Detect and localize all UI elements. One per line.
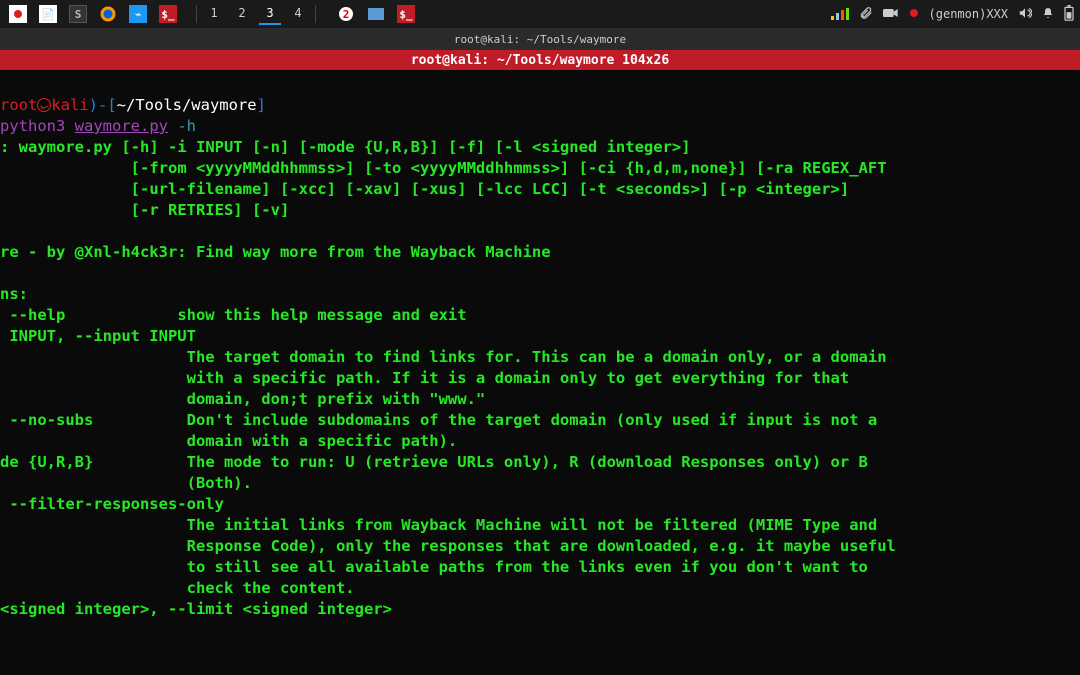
opt-nosubs-d2b: domain with a specific path).	[187, 432, 458, 450]
opt-input-d1b: The target domain to find links for. Thi…	[187, 348, 887, 366]
app-shortcut-icon[interactable]: 2	[334, 3, 358, 25]
opt-filter-d4: check the content.	[0, 579, 355, 597]
opt-help-flag: --help	[0, 306, 65, 324]
notes-icon[interactable]: 📄	[36, 3, 60, 25]
opt-input-d1: The target domain to find links for. Thi…	[0, 348, 887, 366]
opt-mode-flag: de {U,R,B}	[0, 453, 93, 471]
prompt-host: kali	[51, 96, 88, 114]
opt-mode: de {U,R,B} The mode to run: U (retrieve …	[0, 453, 868, 471]
prompt-path: ~/Tools/waymore	[117, 96, 257, 114]
usage-l2b: [-from <yyyyMMddhhmmss>] [-to <yyyyMMddh…	[131, 159, 887, 177]
terminal-active-icon[interactable]: $_	[394, 3, 418, 25]
cmd-interp: python3	[0, 117, 65, 135]
sublime-icon[interactable]: S	[66, 3, 90, 25]
prompt-sep: )-[	[89, 96, 117, 114]
workspace-3[interactable]: 3	[259, 3, 281, 25]
usage-l1: : waymore.py [-h] -i INPUT [-n] [-mode {…	[0, 138, 691, 156]
usage-l2: [-from <yyyyMMddhhmmss>] [-to <yyyyMMddh…	[0, 159, 887, 177]
opt-mode-d1: The mode to run: U (retrieve URLs only),…	[187, 453, 868, 471]
cmd-flag: -h	[177, 117, 196, 135]
app-launcher-icon[interactable]	[6, 3, 30, 25]
terminal-dimensions-bar: root@kali: ~/Tools/waymore 104x26	[0, 50, 1080, 70]
separator	[315, 5, 316, 23]
resource-monitor-icon[interactable]	[831, 8, 849, 20]
separator	[196, 5, 197, 23]
genmon-label: (genmon)XXX	[929, 7, 1008, 21]
workspace-2[interactable]: 2	[231, 3, 253, 25]
opt-nosubs-flag: --no-subs	[0, 411, 93, 429]
opt-filter-d3b: to still see all available paths from th…	[187, 558, 868, 576]
opt-limit: <signed integer>, --limit <signed intege…	[0, 600, 392, 618]
volume-icon[interactable]	[1018, 6, 1032, 23]
terminal-icon[interactable]: $_	[156, 3, 180, 25]
opt-input-flag: INPUT, --input INPUT	[0, 327, 196, 345]
opt-filter-d2: Response Code), only the responses that …	[0, 537, 896, 555]
vscode-icon[interactable]: ⌁	[126, 3, 150, 25]
firefox-icon[interactable]	[96, 3, 120, 25]
opt-filter-d1b: The initial links from Wayback Machine w…	[187, 516, 878, 534]
opt-filter-d3: to still see all available paths from th…	[0, 558, 868, 576]
workspace-1[interactable]: 1	[203, 3, 225, 25]
attachment-icon[interactable]	[859, 6, 873, 23]
cmd-script: waymore.py	[75, 117, 168, 135]
taskbar: 📄 S ⌁ $_ 1 2 3 4 2 $_ (genmon)XXX	[0, 0, 1080, 28]
opt-filter-d4b: check the content.	[187, 579, 355, 597]
usage-l4: [-r RETRIES] [-v]	[0, 201, 289, 219]
camera-icon[interactable]	[883, 7, 899, 22]
usage-prefix: : waymore.py	[0, 138, 121, 156]
workspace-4[interactable]: 4	[287, 3, 309, 25]
opt-input-d2b: with a specific path. If it is a domain …	[187, 369, 850, 387]
prompt-logo	[37, 96, 51, 114]
battery-icon[interactable]	[1064, 5, 1074, 24]
usage-l4b: [-r RETRIES] [-v]	[131, 201, 290, 219]
prompt-user: root	[0, 96, 37, 114]
taskbar-right: (genmon)XXX	[831, 5, 1074, 24]
usage-l3: [-url-filename] [-xcc] [-xav] [-xus] [-l…	[0, 180, 849, 198]
terminal-output[interactable]: root kali)-[~/Tools/waymore] python3 waym…	[0, 70, 1080, 675]
opt-input-d3b: domain, don;t prefix with "www."	[187, 390, 486, 408]
opt-filter-d1: The initial links from Wayback Machine w…	[0, 516, 877, 534]
window-titlebar[interactable]: root@kali: ~/Tools/waymore	[0, 28, 1080, 50]
opt-help-desc: show this help message and exit	[177, 306, 466, 324]
svg-text:2: 2	[343, 8, 350, 21]
opt-filter-d2b: Response Code), only the responses that …	[187, 537, 896, 555]
usage-l1b: [-h] -i INPUT [-n] [-mode {U,R,B}] [-f] …	[121, 138, 690, 156]
opt-filter-flag: --filter-responses-only	[0, 495, 224, 513]
tagline: re - by @Xnl-h4ck3r: Find way more from …	[0, 243, 551, 261]
notification-icon[interactable]	[1042, 6, 1054, 23]
usage-l3b: [-url-filename] [-xcc] [-xav] [-xus] [-l…	[131, 180, 850, 198]
opt-nosubs-d2: domain with a specific path).	[0, 432, 457, 450]
app-shortcut2-icon[interactable]	[364, 3, 388, 25]
prompt-close: ]	[257, 96, 266, 114]
taskbar-left: 📄 S ⌁ $_ 1 2 3 4 2 $_	[6, 3, 418, 25]
opt-mode-d2b: (Both).	[187, 474, 252, 492]
opt-mode-d2: (Both).	[0, 474, 252, 492]
record-icon[interactable]	[909, 7, 919, 21]
opt-input-d3: domain, don;t prefix with "www."	[0, 390, 485, 408]
opt-input-d2: with a specific path. If it is a domain …	[0, 369, 849, 387]
opt-nosubs-d1: Don't include subdomains of the target d…	[187, 411, 878, 429]
opt-nosubs: --no-subs Don't include subdomains of th…	[0, 411, 877, 429]
options-header: ns:	[0, 285, 28, 303]
opt-help: --help show this help message and exit	[0, 306, 467, 324]
